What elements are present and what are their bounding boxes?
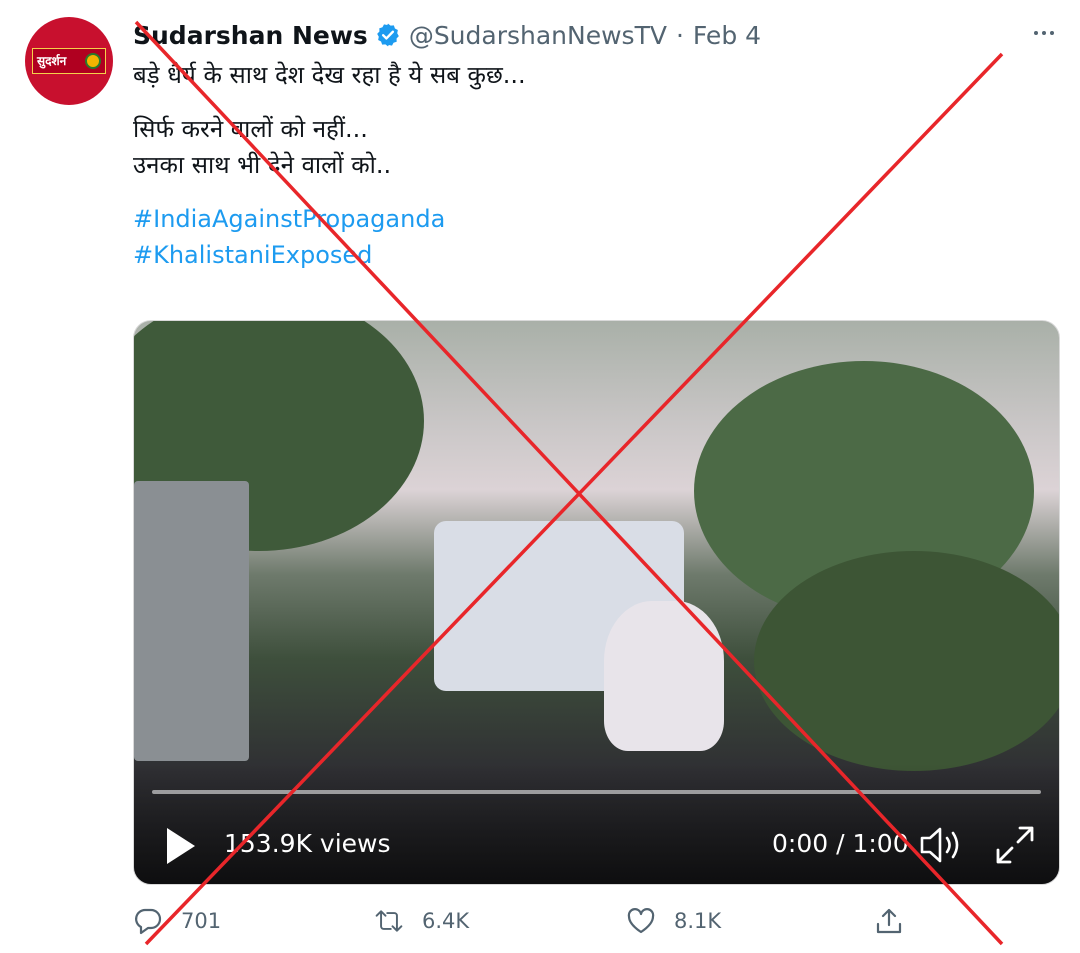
- retweet-count: 6.4K: [422, 909, 470, 933]
- tweet-line: सिर्फ करने वालों को नहीं...: [133, 115, 368, 143]
- avatar-logo-text: सुदर्शन: [37, 54, 67, 68]
- more-dot: [1050, 31, 1054, 35]
- video-progress-bar[interactable]: [152, 790, 1041, 794]
- play-icon[interactable]: [164, 826, 198, 866]
- like-action[interactable]: 8.1K: [626, 900, 721, 942]
- more-dot: [1034, 31, 1038, 35]
- share-icon[interactable]: [874, 906, 904, 936]
- verified-badge-icon: [376, 23, 399, 47]
- avatar[interactable]: सुदर्शन: [25, 17, 113, 105]
- view-count: 153.9K views: [224, 829, 391, 858]
- tweet-date[interactable]: Feb 4: [693, 21, 761, 50]
- fullscreen-icon[interactable]: [994, 824, 1036, 866]
- chakra-emblem-icon: [85, 53, 101, 69]
- tweet-line: उनका साथ भी देने वालों को..: [133, 151, 392, 179]
- video-scene-wall: [134, 481, 249, 761]
- video-player[interactable]: 153.9K views 0:00 / 1:00: [133, 320, 1060, 885]
- author-name[interactable]: Sudarshan News: [133, 21, 368, 50]
- more-dot: [1042, 31, 1046, 35]
- tweet-header: Sudarshan News @SudarshanNewsTV · Feb 4: [133, 18, 761, 52]
- avatar-logo: सुदर्शन: [32, 48, 106, 74]
- author-handle[interactable]: @SudarshanNewsTV: [409, 21, 667, 50]
- video-time: 0:00 / 1:00: [772, 829, 909, 858]
- hashtag-link[interactable]: #KhalistaniExposed: [133, 237, 526, 273]
- share-action[interactable]: [874, 900, 922, 942]
- reply-count: 701: [181, 909, 222, 933]
- tweet-text: बड़े धैर्य के साथ देश देख रहा है ये सब क…: [133, 57, 526, 273]
- retweet-icon[interactable]: [374, 906, 404, 936]
- like-count: 8.1K: [674, 909, 722, 933]
- tweet-line: बड़े धैर्य के साथ देश देख रहा है ये सब क…: [133, 61, 526, 89]
- reply-icon[interactable]: [133, 906, 163, 936]
- more-options-icon[interactable]: [1028, 22, 1060, 44]
- volume-icon[interactable]: [918, 823, 964, 867]
- header-separator: ·: [675, 20, 684, 50]
- hashtag-link[interactable]: #IndiaAgainstPropaganda: [133, 201, 526, 237]
- reply-action[interactable]: 701: [133, 900, 221, 942]
- video-scene-tree: [754, 551, 1059, 771]
- video-scene-horse: [604, 601, 724, 751]
- retweet-action[interactable]: 6.4K: [374, 900, 469, 942]
- like-icon[interactable]: [626, 906, 656, 936]
